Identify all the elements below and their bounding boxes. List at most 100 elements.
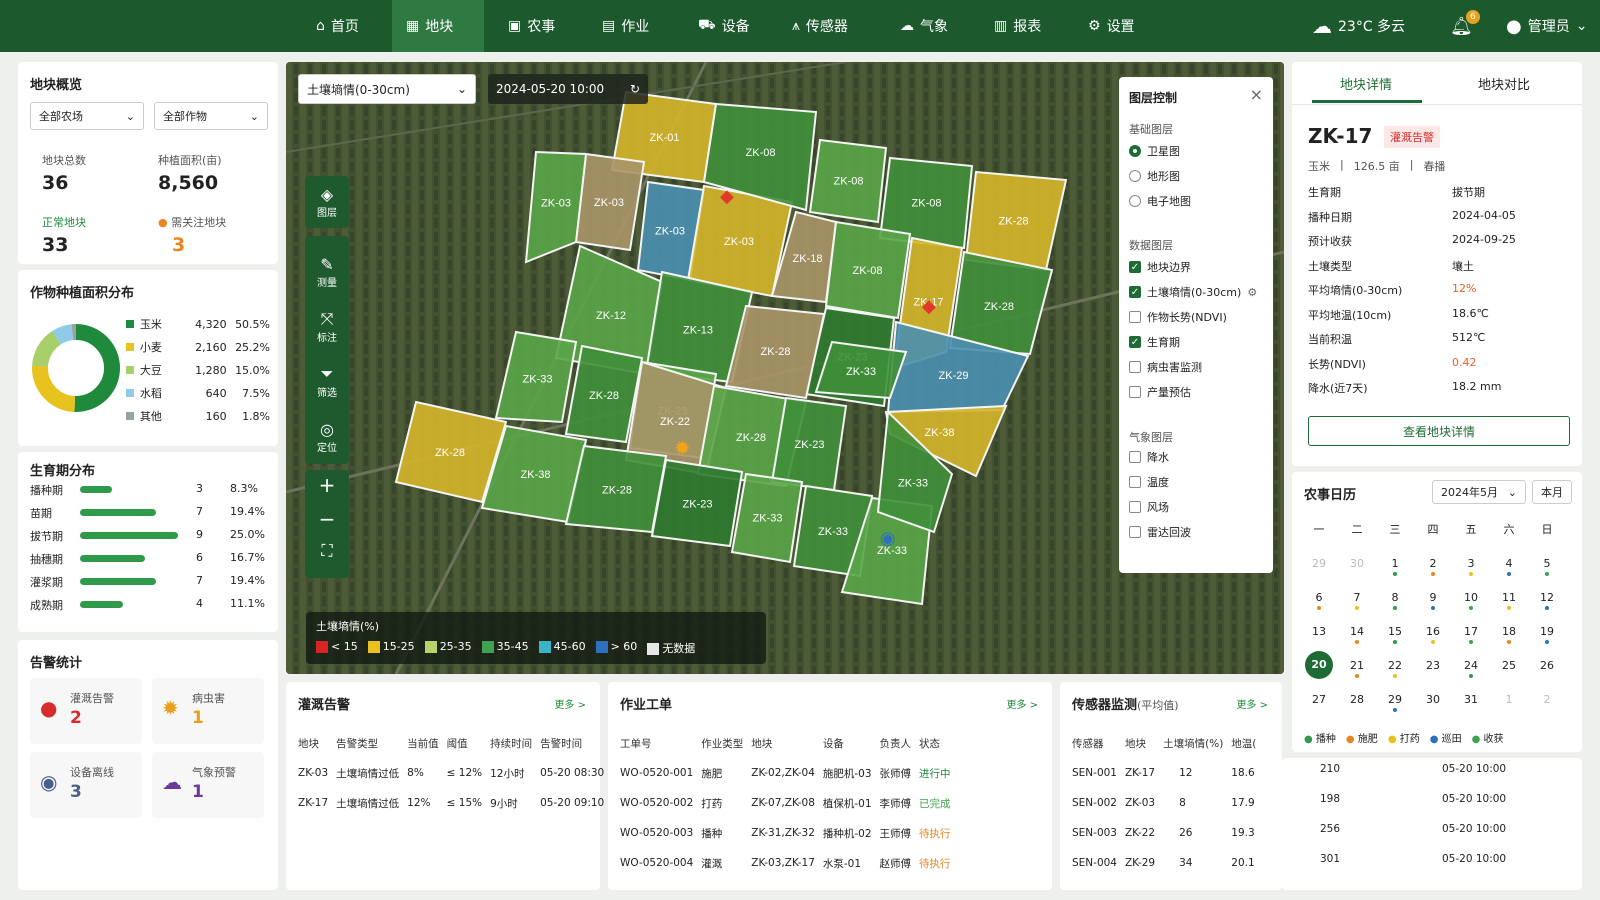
- orders-more-link[interactable]: 更多 >: [1006, 696, 1038, 711]
- checkbox-icon[interactable]: [1129, 501, 1141, 513]
- calendar-day[interactable]: 2: [1414, 546, 1452, 580]
- calendar-day[interactable]: 4: [1490, 546, 1528, 580]
- checkbox-icon[interactable]: [1129, 526, 1141, 538]
- calendar-day[interactable]: 11: [1490, 580, 1528, 614]
- table-row[interactable]: 301 05-20 10:00: [1282, 844, 1510, 874]
- farm-select[interactable]: 全部农场 ⌄: [30, 102, 144, 130]
- calendar-day[interactable]: 3: [1452, 546, 1490, 580]
- calendar-day[interactable]: 20: [1300, 648, 1338, 682]
- irrigation-more-link[interactable]: 更多 >: [554, 696, 586, 711]
- calendar-day[interactable]: 27: [1300, 682, 1338, 716]
- table-row[interactable]: WO-0520-002 打药 ZK-07,ZK-08 植保机-01 李师傅 已完成: [616, 788, 955, 818]
- checkbox-icon[interactable]: [1129, 476, 1141, 488]
- radio-base[interactable]: 电子地图: [1129, 193, 1191, 209]
- table-row[interactable]: 210 05-20 10:00: [1282, 758, 1510, 784]
- calendar-day[interactable]: 30: [1338, 546, 1376, 580]
- checkbox-icon[interactable]: [1129, 311, 1141, 323]
- radio-icon[interactable]: [1129, 145, 1141, 157]
- calendar-day[interactable]: 22: [1376, 648, 1414, 682]
- checkbox-data[interactable]: ✓ 土壤墒情(0-30cm) ⚙: [1129, 284, 1257, 300]
- calendar-day[interactable]: 29: [1300, 546, 1338, 580]
- view-plot-detail-button[interactable]: 查看地块详情: [1308, 416, 1570, 446]
- alert-card-irrigation[interactable]: ● 灌溉告警 2: [30, 678, 142, 744]
- table-row[interactable]: ZK-17 土壤墒情过低 12% ≤ 15% 9小时 05-20 09:10: [294, 788, 608, 818]
- calendar-day[interactable]: 25: [1490, 648, 1528, 682]
- month-select[interactable]: 2024年5月 ⌄: [1432, 480, 1526, 504]
- calendar-day[interactable]: 28: [1338, 682, 1376, 716]
- refresh-icon[interactable]: ↻: [630, 82, 640, 96]
- calendar-day[interactable]: 21: [1338, 648, 1376, 682]
- tool-measure[interactable]: ✎ 测量: [317, 244, 337, 299]
- checkbox-weather[interactable]: 雷达回波: [1129, 524, 1191, 540]
- calendar-day[interactable]: 7: [1338, 580, 1376, 614]
- map-layer-select[interactable]: 土壤墒情(0-30cm) ⌄: [298, 74, 476, 104]
- radio-icon[interactable]: [1129, 170, 1141, 182]
- alert-card-offline[interactable]: ◉ 设备离线 3: [30, 752, 142, 818]
- tool-layers[interactable]: ◈ 图层: [305, 176, 349, 228]
- checkbox-data[interactable]: 产量预估: [1129, 384, 1191, 400]
- calendar-day[interactable]: 14: [1338, 614, 1376, 648]
- pest-alert-marker[interactable]: ✹: [674, 436, 691, 460]
- nav-home[interactable]: ⌂ 首页: [302, 0, 373, 52]
- checkbox-data[interactable]: 病虫害监测: [1129, 359, 1202, 375]
- calendar-day[interactable]: 23: [1414, 648, 1452, 682]
- checkbox-icon[interactable]: ✓: [1129, 336, 1141, 348]
- sensors-more-link[interactable]: 更多 >: [1236, 696, 1268, 711]
- calendar-day[interactable]: 26: [1528, 648, 1566, 682]
- checkbox-icon[interactable]: [1129, 386, 1141, 398]
- nav-plots[interactable]: ▦ 地块: [392, 0, 484, 52]
- location-marker[interactable]: ◉: [880, 528, 896, 549]
- nav-weather[interactable]: ☁ 气象: [886, 0, 962, 52]
- checkbox-data[interactable]: ✓ 地块边界: [1129, 259, 1191, 275]
- notification-bell[interactable]: 🔔︎ 6: [1450, 0, 1480, 52]
- gear-icon[interactable]: ⚙: [1247, 286, 1257, 299]
- checkbox-weather[interactable]: 温度: [1129, 474, 1169, 490]
- radio-base[interactable]: 卫星图: [1129, 143, 1180, 159]
- nav-farming[interactable]: ▣ 农事: [494, 0, 569, 52]
- tool-annotate[interactable]: ⤧ 标注: [317, 299, 337, 354]
- zoom-out-button[interactable]: −: [319, 507, 336, 541]
- map-datetime-picker[interactable]: 2024-05-20 10:00 ↻: [488, 74, 648, 104]
- calendar-day[interactable]: 9: [1414, 580, 1452, 614]
- calendar-day[interactable]: 2: [1528, 682, 1566, 716]
- crop-select[interactable]: 全部作物 ⌄: [154, 102, 268, 130]
- calendar-day[interactable]: 10: [1452, 580, 1490, 614]
- checkbox-icon[interactable]: [1129, 451, 1141, 463]
- nav-sensors[interactable]: ⩚ 传感器: [778, 0, 862, 52]
- zoom-in-button[interactable]: +: [319, 473, 336, 507]
- tab-plot-detail[interactable]: 地块详情: [1340, 74, 1392, 93]
- calendar-day[interactable]: 24: [1452, 648, 1490, 682]
- alert-card-pest[interactable]: ✹ 病虫害 1: [152, 678, 264, 744]
- calendar-day[interactable]: 6: [1300, 580, 1338, 614]
- calendar-day[interactable]: 16: [1414, 614, 1452, 648]
- tool-locate[interactable]: ◎ 定位: [317, 409, 337, 464]
- nav-devices[interactable]: ⛟ 设备: [684, 0, 764, 52]
- checkbox-data[interactable]: ✓ 生育期: [1129, 334, 1180, 350]
- table-row[interactable]: SEN-004 ZK-29 34 20.1: [1068, 848, 1260, 878]
- user-menu[interactable]: ● 管理员 ⌄: [1506, 0, 1587, 52]
- table-row[interactable]: WO-0520-004 灌溉 ZK-03,ZK-17 水泵-01 赵师傅 待执行: [616, 848, 955, 878]
- calendar-day[interactable]: 19: [1528, 614, 1566, 648]
- table-row[interactable]: SEN-002 ZK-03 8 17.9: [1068, 788, 1260, 818]
- table-row[interactable]: WO-0520-001 施肥 ZK-02,ZK-04 施肥机-03 张师傅 进行中: [616, 758, 955, 788]
- tool-filter[interactable]: ⏷ 筛选: [317, 354, 337, 409]
- checkbox-icon[interactable]: ✓: [1129, 261, 1141, 273]
- close-icon[interactable]: ×: [1250, 85, 1263, 104]
- radio-icon[interactable]: [1129, 195, 1141, 207]
- alert-card-weather[interactable]: ☁ 气象预警 1: [152, 752, 264, 818]
- fullscreen-icon[interactable]: ⛶: [321, 541, 332, 575]
- calendar-day[interactable]: 31: [1452, 682, 1490, 716]
- calendar-day[interactable]: 17: [1452, 614, 1490, 648]
- this-month-button[interactable]: 本月: [1532, 480, 1572, 504]
- table-row[interactable]: 198 05-20 10:00: [1282, 784, 1510, 814]
- calendar-day[interactable]: 15: [1376, 614, 1414, 648]
- table-row[interactable]: ZK-03 土壤墒情过低 8% ≤ 12% 12小时 05-20 08:30: [294, 758, 608, 788]
- checkbox-data[interactable]: 作物长势(NDVI): [1129, 309, 1227, 325]
- nav-settings[interactable]: ⚙ 设置: [1074, 0, 1149, 52]
- table-row[interactable]: WO-0520-003 播种 ZK-31,ZK-32 播种机-02 王师傅 待执行: [616, 818, 955, 848]
- calendar-day[interactable]: 1: [1376, 546, 1414, 580]
- radio-base[interactable]: 地形图: [1129, 168, 1180, 184]
- calendar-day[interactable]: 13: [1300, 614, 1338, 648]
- nav-operations[interactable]: ▤ 作业: [588, 0, 663, 52]
- calendar-day[interactable]: 1: [1490, 682, 1528, 716]
